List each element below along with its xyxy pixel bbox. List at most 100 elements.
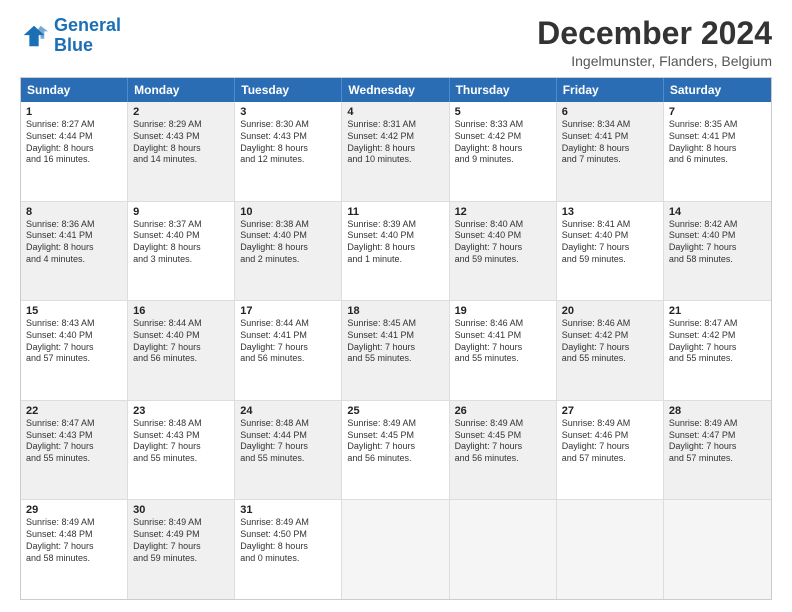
cell-info: Sunrise: 8:31 AM Sunset: 4:42 PM Dayligh…: [347, 119, 443, 166]
day-number: 7: [669, 106, 766, 118]
cell-info: Sunrise: 8:27 AM Sunset: 4:44 PM Dayligh…: [26, 119, 122, 166]
cell-4-7: 28Sunrise: 8:49 AM Sunset: 4:47 PM Dayli…: [664, 401, 771, 500]
cell-3-2: 16Sunrise: 8:44 AM Sunset: 4:40 PM Dayli…: [128, 301, 235, 400]
cell-1-5: 5Sunrise: 8:33 AM Sunset: 4:42 PM Daylig…: [450, 102, 557, 201]
cell-info: Sunrise: 8:49 AM Sunset: 4:49 PM Dayligh…: [133, 517, 229, 564]
cell-1-4: 4Sunrise: 8:31 AM Sunset: 4:42 PM Daylig…: [342, 102, 449, 201]
cell-info: Sunrise: 8:29 AM Sunset: 4:43 PM Dayligh…: [133, 119, 229, 166]
cell-3-6: 20Sunrise: 8:46 AM Sunset: 4:42 PM Dayli…: [557, 301, 664, 400]
col-saturday: Saturday: [664, 78, 771, 102]
cell-3-7: 21Sunrise: 8:47 AM Sunset: 4:42 PM Dayli…: [664, 301, 771, 400]
cell-4-4: 25Sunrise: 8:49 AM Sunset: 4:45 PM Dayli…: [342, 401, 449, 500]
week-3: 15Sunrise: 8:43 AM Sunset: 4:40 PM Dayli…: [21, 300, 771, 400]
cell-1-2: 2Sunrise: 8:29 AM Sunset: 4:43 PM Daylig…: [128, 102, 235, 201]
cell-4-2: 23Sunrise: 8:48 AM Sunset: 4:43 PM Dayli…: [128, 401, 235, 500]
cell-5-7: [664, 500, 771, 599]
day-number: 18: [347, 305, 443, 317]
logo-line1: General: [54, 15, 121, 35]
header: General Blue December 2024 Ingelmunster,…: [20, 16, 772, 69]
cell-info: Sunrise: 8:44 AM Sunset: 4:41 PM Dayligh…: [240, 318, 336, 365]
title-block: December 2024 Ingelmunster, Flanders, Be…: [537, 16, 772, 69]
day-number: 8: [26, 206, 122, 218]
col-thursday: Thursday: [450, 78, 557, 102]
calendar-header: Sunday Monday Tuesday Wednesday Thursday…: [21, 78, 771, 102]
cell-3-4: 18Sunrise: 8:45 AM Sunset: 4:41 PM Dayli…: [342, 301, 449, 400]
day-number: 29: [26, 504, 122, 516]
week-2: 8Sunrise: 8:36 AM Sunset: 4:41 PM Daylig…: [21, 201, 771, 301]
day-number: 31: [240, 504, 336, 516]
day-number: 24: [240, 405, 336, 417]
cell-info: Sunrise: 8:49 AM Sunset: 4:48 PM Dayligh…: [26, 517, 122, 564]
day-number: 9: [133, 206, 229, 218]
cell-info: Sunrise: 8:49 AM Sunset: 4:45 PM Dayligh…: [455, 418, 551, 465]
cell-info: Sunrise: 8:30 AM Sunset: 4:43 PM Dayligh…: [240, 119, 336, 166]
cell-info: Sunrise: 8:42 AM Sunset: 4:40 PM Dayligh…: [669, 219, 766, 266]
cell-info: Sunrise: 8:37 AM Sunset: 4:40 PM Dayligh…: [133, 219, 229, 266]
week-4: 22Sunrise: 8:47 AM Sunset: 4:43 PM Dayli…: [21, 400, 771, 500]
day-number: 30: [133, 504, 229, 516]
cell-info: Sunrise: 8:44 AM Sunset: 4:40 PM Dayligh…: [133, 318, 229, 365]
day-number: 21: [669, 305, 766, 317]
calendar-body: 1Sunrise: 8:27 AM Sunset: 4:44 PM Daylig…: [21, 102, 771, 599]
cell-info: Sunrise: 8:46 AM Sunset: 4:41 PM Dayligh…: [455, 318, 551, 365]
cell-info: Sunrise: 8:38 AM Sunset: 4:40 PM Dayligh…: [240, 219, 336, 266]
cell-2-1: 8Sunrise: 8:36 AM Sunset: 4:41 PM Daylig…: [21, 202, 128, 301]
cell-info: Sunrise: 8:45 AM Sunset: 4:41 PM Dayligh…: [347, 318, 443, 365]
col-tuesday: Tuesday: [235, 78, 342, 102]
cell-5-3: 31Sunrise: 8:49 AM Sunset: 4:50 PM Dayli…: [235, 500, 342, 599]
week-5: 29Sunrise: 8:49 AM Sunset: 4:48 PM Dayli…: [21, 499, 771, 599]
day-number: 20: [562, 305, 658, 317]
cell-4-3: 24Sunrise: 8:48 AM Sunset: 4:44 PM Dayli…: [235, 401, 342, 500]
day-number: 4: [347, 106, 443, 118]
main-title: December 2024: [537, 16, 772, 51]
cell-info: Sunrise: 8:33 AM Sunset: 4:42 PM Dayligh…: [455, 119, 551, 166]
logo-text: General Blue: [54, 16, 121, 56]
cell-info: Sunrise: 8:47 AM Sunset: 4:42 PM Dayligh…: [669, 318, 766, 365]
day-number: 23: [133, 405, 229, 417]
day-number: 12: [455, 206, 551, 218]
cell-4-6: 27Sunrise: 8:49 AM Sunset: 4:46 PM Dayli…: [557, 401, 664, 500]
day-number: 28: [669, 405, 766, 417]
day-number: 2: [133, 106, 229, 118]
col-monday: Monday: [128, 78, 235, 102]
page: General Blue December 2024 Ingelmunster,…: [0, 0, 792, 612]
cell-info: Sunrise: 8:39 AM Sunset: 4:40 PM Dayligh…: [347, 219, 443, 266]
col-sunday: Sunday: [21, 78, 128, 102]
day-number: 14: [669, 206, 766, 218]
cell-info: Sunrise: 8:40 AM Sunset: 4:40 PM Dayligh…: [455, 219, 551, 266]
day-number: 15: [26, 305, 122, 317]
cell-5-4: [342, 500, 449, 599]
cell-5-2: 30Sunrise: 8:49 AM Sunset: 4:49 PM Dayli…: [128, 500, 235, 599]
day-number: 25: [347, 405, 443, 417]
cell-info: Sunrise: 8:46 AM Sunset: 4:42 PM Dayligh…: [562, 318, 658, 365]
cell-1-6: 6Sunrise: 8:34 AM Sunset: 4:41 PM Daylig…: [557, 102, 664, 201]
cell-1-1: 1Sunrise: 8:27 AM Sunset: 4:44 PM Daylig…: [21, 102, 128, 201]
day-number: 17: [240, 305, 336, 317]
day-number: 6: [562, 106, 658, 118]
calendar: Sunday Monday Tuesday Wednesday Thursday…: [20, 77, 772, 600]
cell-info: Sunrise: 8:49 AM Sunset: 4:45 PM Dayligh…: [347, 418, 443, 465]
cell-2-2: 9Sunrise: 8:37 AM Sunset: 4:40 PM Daylig…: [128, 202, 235, 301]
logo: General Blue: [20, 16, 121, 56]
cell-info: Sunrise: 8:35 AM Sunset: 4:41 PM Dayligh…: [669, 119, 766, 166]
day-number: 19: [455, 305, 551, 317]
cell-5-6: [557, 500, 664, 599]
cell-2-5: 12Sunrise: 8:40 AM Sunset: 4:40 PM Dayli…: [450, 202, 557, 301]
day-number: 5: [455, 106, 551, 118]
cell-4-5: 26Sunrise: 8:49 AM Sunset: 4:45 PM Dayli…: [450, 401, 557, 500]
cell-5-5: [450, 500, 557, 599]
day-number: 16: [133, 305, 229, 317]
subtitle: Ingelmunster, Flanders, Belgium: [537, 53, 772, 69]
week-1: 1Sunrise: 8:27 AM Sunset: 4:44 PM Daylig…: [21, 102, 771, 201]
cell-5-1: 29Sunrise: 8:49 AM Sunset: 4:48 PM Dayli…: [21, 500, 128, 599]
day-number: 26: [455, 405, 551, 417]
cell-2-4: 11Sunrise: 8:39 AM Sunset: 4:40 PM Dayli…: [342, 202, 449, 301]
cell-2-3: 10Sunrise: 8:38 AM Sunset: 4:40 PM Dayli…: [235, 202, 342, 301]
day-number: 13: [562, 206, 658, 218]
cell-info: Sunrise: 8:41 AM Sunset: 4:40 PM Dayligh…: [562, 219, 658, 266]
logo-icon: [20, 22, 48, 50]
col-wednesday: Wednesday: [342, 78, 449, 102]
logo-line2: Blue: [54, 35, 93, 55]
cell-info: Sunrise: 8:49 AM Sunset: 4:47 PM Dayligh…: [669, 418, 766, 465]
cell-info: Sunrise: 8:43 AM Sunset: 4:40 PM Dayligh…: [26, 318, 122, 365]
